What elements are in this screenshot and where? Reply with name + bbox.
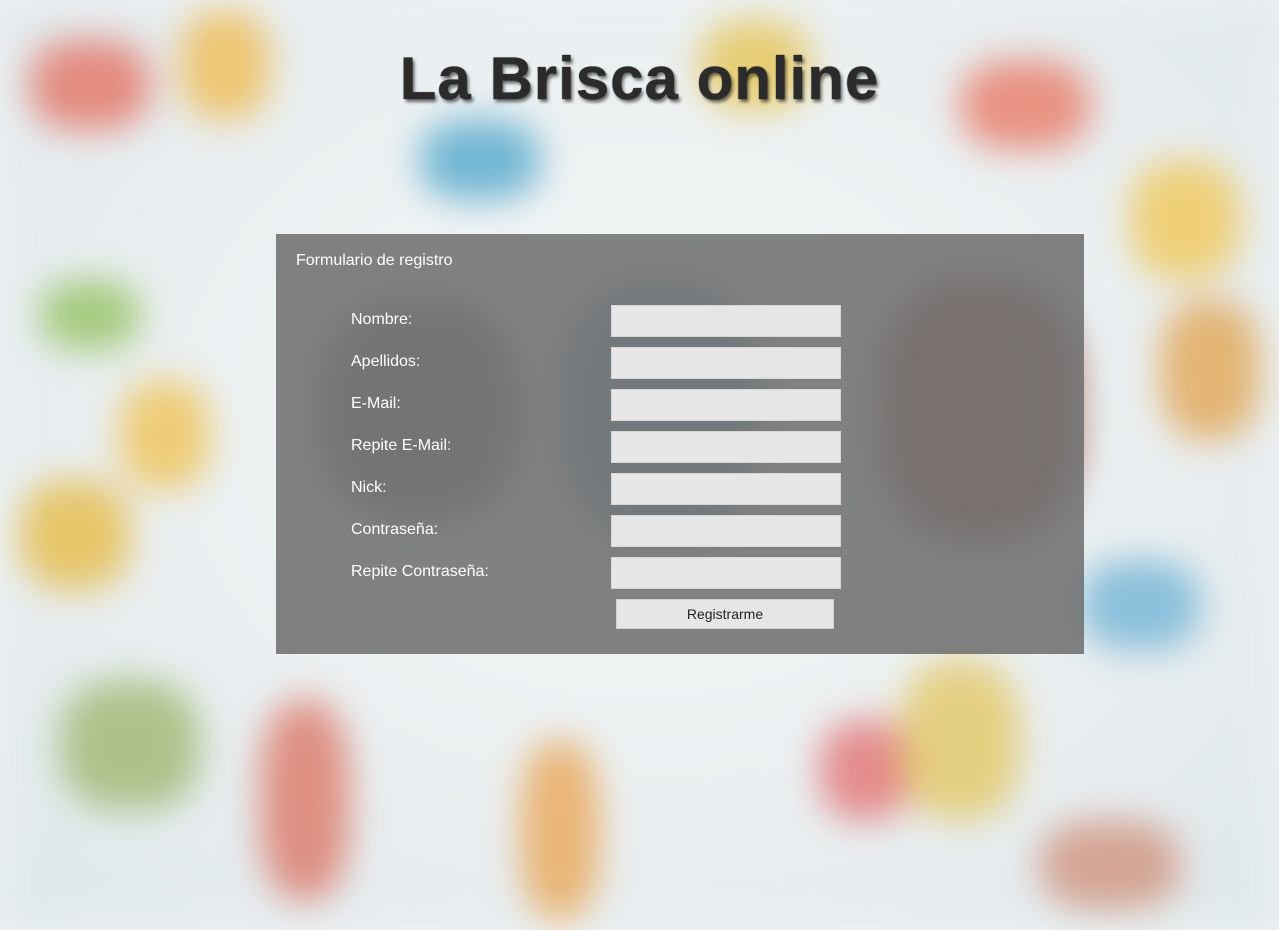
- form-row-password: Contraseña:: [276, 515, 1084, 547]
- nick-input[interactable]: [611, 473, 841, 505]
- repeat-password-input[interactable]: [611, 557, 841, 589]
- password-input[interactable]: [611, 515, 841, 547]
- email-input[interactable]: [611, 389, 841, 421]
- email-label: E-Mail:: [351, 395, 401, 412]
- repeat-email-input[interactable]: [611, 431, 841, 463]
- form-row-email: E-Mail:: [276, 389, 1084, 421]
- nick-label: Nick:: [351, 479, 387, 496]
- apellidos-input[interactable]: [611, 347, 841, 379]
- nombre-input[interactable]: [611, 305, 841, 337]
- register-button[interactable]: Registrarme: [616, 599, 834, 629]
- form-row-nombre: Nombre:: [276, 305, 1084, 337]
- registration-form: Formulario de registro Nombre: Apellidos…: [276, 234, 1084, 654]
- nombre-label: Nombre:: [351, 311, 413, 328]
- repeat-email-label: Repite E-Mail:: [351, 437, 452, 454]
- form-row-apellidos: Apellidos:: [276, 347, 1084, 379]
- page-title: La Brisca online: [399, 45, 880, 112]
- form-row-repeat-password: Repite Contraseña:: [276, 557, 1084, 589]
- form-row-nick: Nick:: [276, 473, 1084, 505]
- form-heading: Formulario de registro: [296, 252, 453, 269]
- repeat-password-label: Repite Contraseña:: [351, 563, 489, 580]
- form-row-repeat-email: Repite E-Mail:: [276, 431, 1084, 463]
- apellidos-label: Apellidos:: [351, 353, 421, 370]
- password-label: Contraseña:: [351, 521, 439, 538]
